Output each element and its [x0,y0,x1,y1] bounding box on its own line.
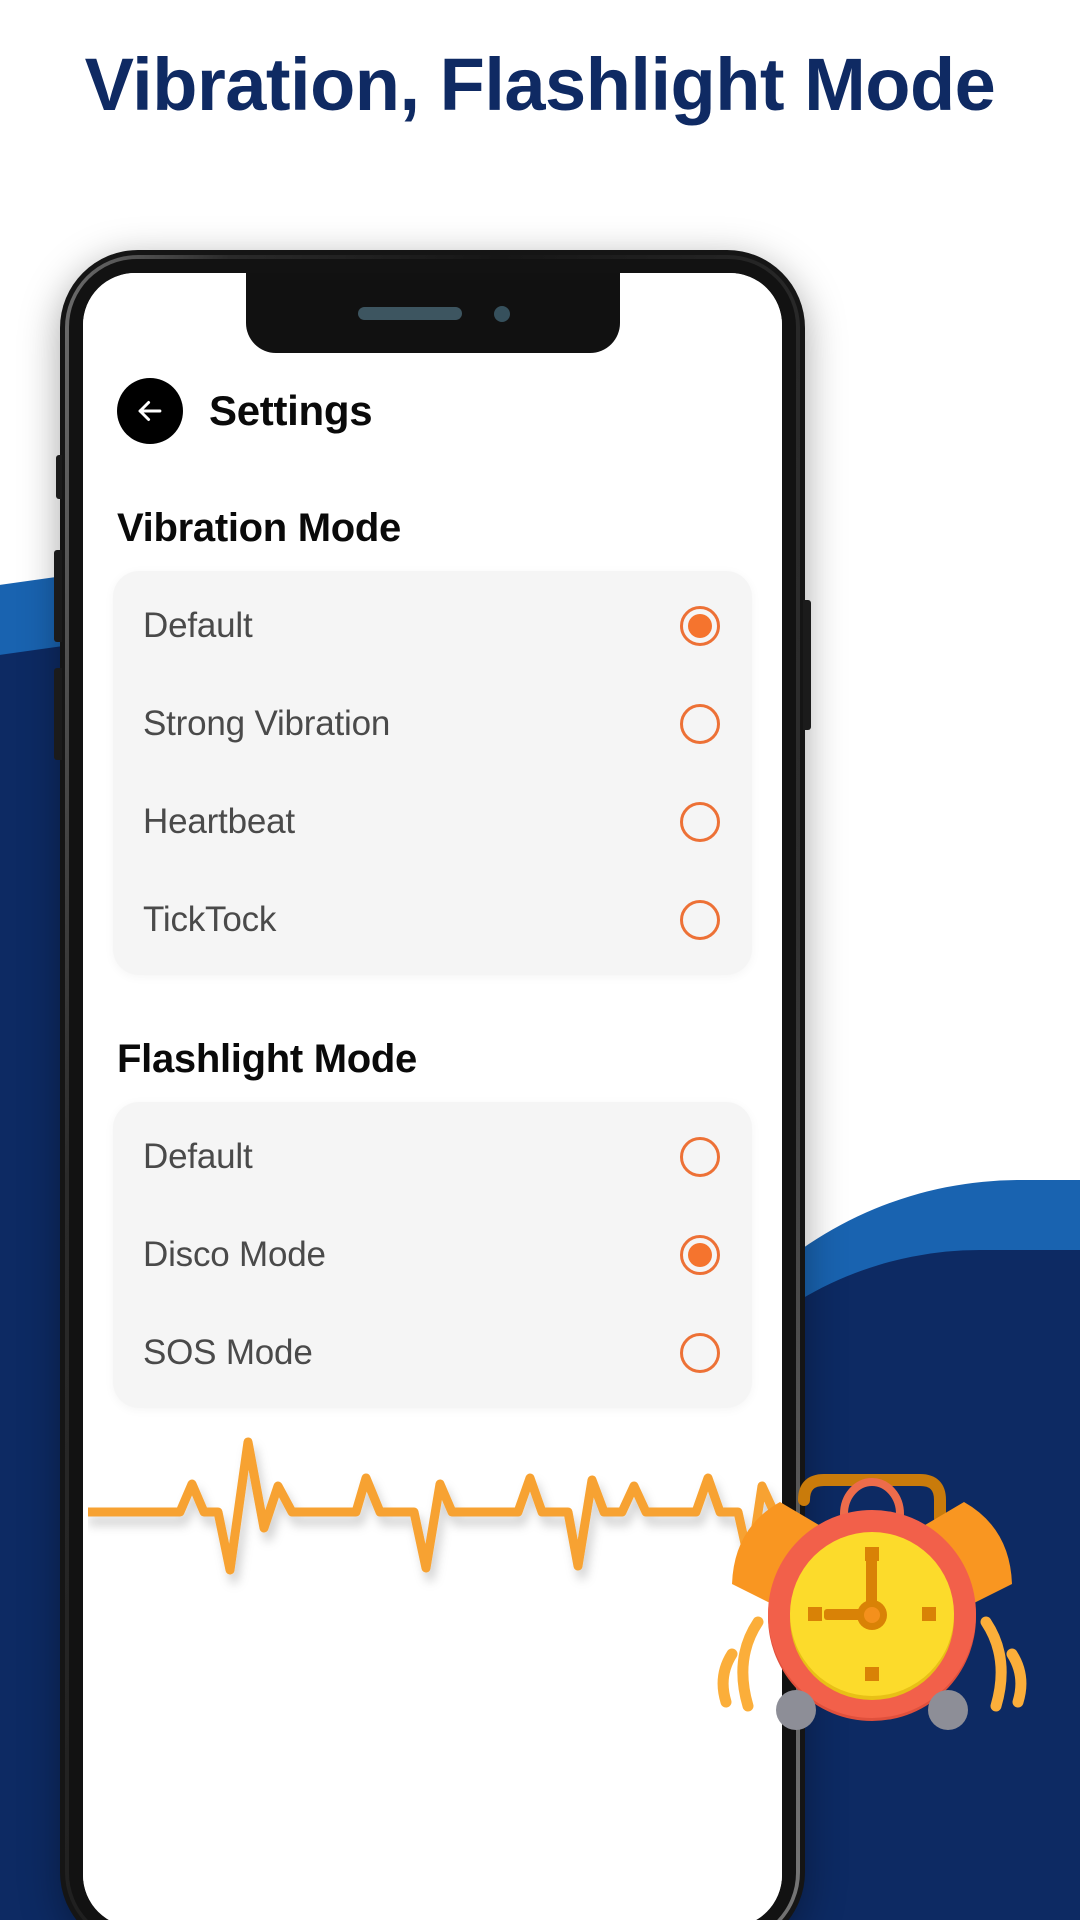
option-row-flashlight-sos[interactable]: SOS Mode [113,1304,752,1402]
option-label: Strong Vibration [143,704,391,743]
radio-button-selected-icon[interactable] [680,1235,720,1275]
option-row-flashlight-disco[interactable]: Disco Mode [113,1206,752,1304]
phone-notch [245,273,620,353]
promo-screenshot: Vibration, Flashlight Mode Settings Vibr… [0,0,1080,1920]
option-row-vibration-default[interactable]: Default [113,577,752,675]
radio-button-selected-icon[interactable] [680,606,720,646]
phone-power-button [803,600,811,730]
option-label: SOS Mode [143,1333,313,1372]
radio-button-icon[interactable] [680,1137,720,1177]
settings-screen: Settings Vibration Mode Default Strong V… [83,273,782,1920]
section-title-vibration-mode: Vibration Mode [117,506,401,550]
radio-button-icon[interactable] [680,900,720,940]
option-label: Default [143,606,253,645]
option-row-vibration-strong[interactable]: Strong Vibration [113,675,752,773]
phone-silent-switch [56,455,62,499]
arrow-left-icon [133,394,167,428]
option-label: Default [143,1137,253,1176]
back-button[interactable] [117,378,183,444]
phone-volume-down-button [54,668,62,760]
option-row-vibration-heartbeat[interactable]: Heartbeat [113,773,752,871]
earpiece-speaker-icon [357,307,462,320]
option-label: Disco Mode [143,1235,326,1274]
option-row-flashlight-default[interactable]: Default [113,1108,752,1206]
option-row-vibration-ticktock[interactable]: TickTock [113,871,752,969]
front-camera-icon [493,306,510,322]
option-label: Heartbeat [143,802,295,841]
promo-headline: Vibration, Flashlight Mode [84,43,996,126]
radio-button-icon[interactable] [680,1333,720,1373]
radio-button-icon[interactable] [680,704,720,744]
option-label: TickTock [143,900,277,939]
vibration-mode-card: Default Strong Vibration Heartbeat TickT… [113,571,752,975]
phone-volume-up-button [54,550,62,642]
page-title: Settings [209,387,373,434]
phone-screen: Settings Vibration Mode Default Strong V… [83,273,782,1920]
phone-mockup: Settings Vibration Mode Default Strong V… [54,250,811,1920]
section-title-flashlight-mode: Flashlight Mode [117,1037,417,1081]
radio-button-icon[interactable] [680,802,720,842]
flashlight-mode-card: Default Disco Mode SOS Mode [113,1102,752,1408]
